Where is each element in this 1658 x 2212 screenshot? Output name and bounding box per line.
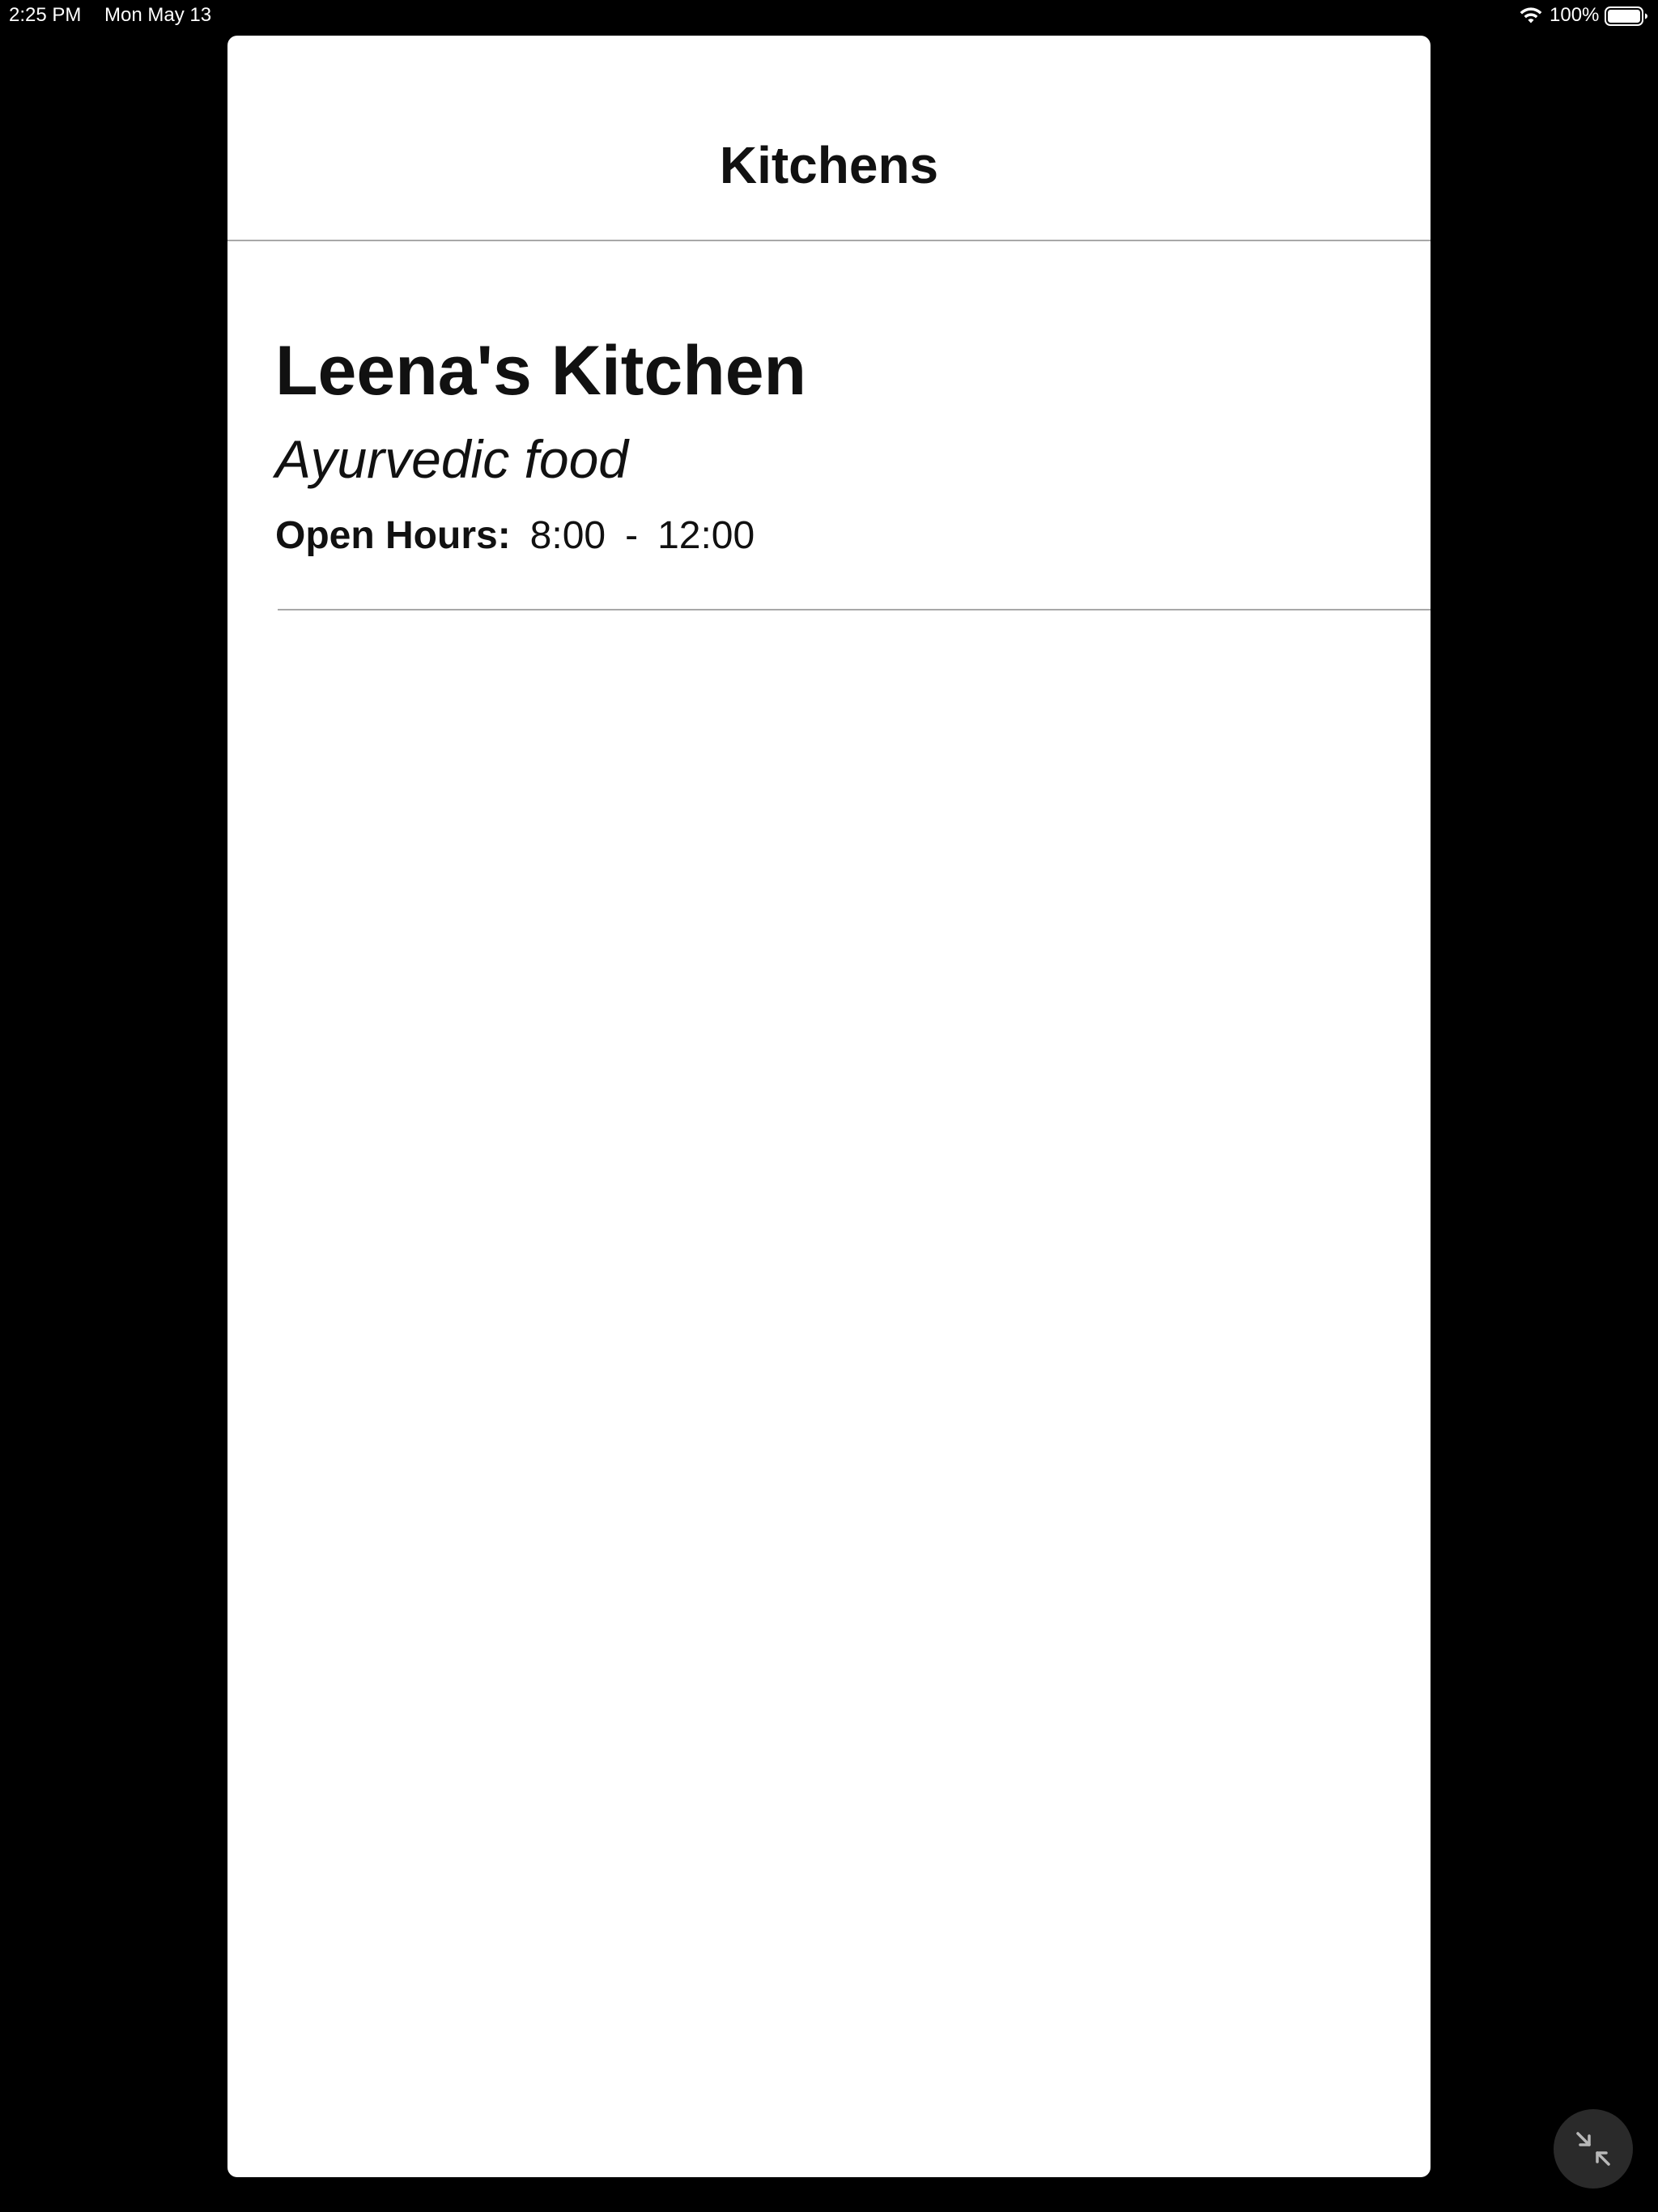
battery-icon	[1605, 6, 1647, 26]
close-time: 12:00	[657, 514, 755, 557]
kitchen-list-item[interactable]: Leena's Kitchen Ayurvedic food Open Hour…	[227, 241, 1431, 610]
status-date: Mon May 13	[104, 4, 212, 26]
exit-fullscreen-icon	[1576, 2132, 1610, 2166]
open-hours: Open Hours: 8:00-12:00	[275, 512, 755, 560]
hours-separator: -	[625, 514, 639, 557]
app-window: Kitchens Leena's Kitchen Ayurvedic food …	[227, 36, 1431, 2177]
wifi-icon	[1520, 7, 1542, 23]
kitchen-cuisine: Ayurvedic food	[275, 429, 628, 489]
kitchen-name: Leena's Kitchen	[275, 332, 807, 410]
navigation-bar: Kitchens	[227, 36, 1431, 241]
exit-fullscreen-button[interactable]	[1554, 2109, 1633, 2189]
row-divider	[278, 609, 1431, 610]
status-bar: 2:25 PM Mon May 13 100%	[0, 0, 1658, 32]
battery-percent: 100%	[1550, 4, 1600, 26]
status-time: 2:25 PM	[9, 4, 82, 26]
open-hours-label: Open Hours:	[275, 514, 511, 557]
page-title: Kitchens	[719, 136, 939, 194]
open-time: 8:00	[529, 514, 606, 557]
